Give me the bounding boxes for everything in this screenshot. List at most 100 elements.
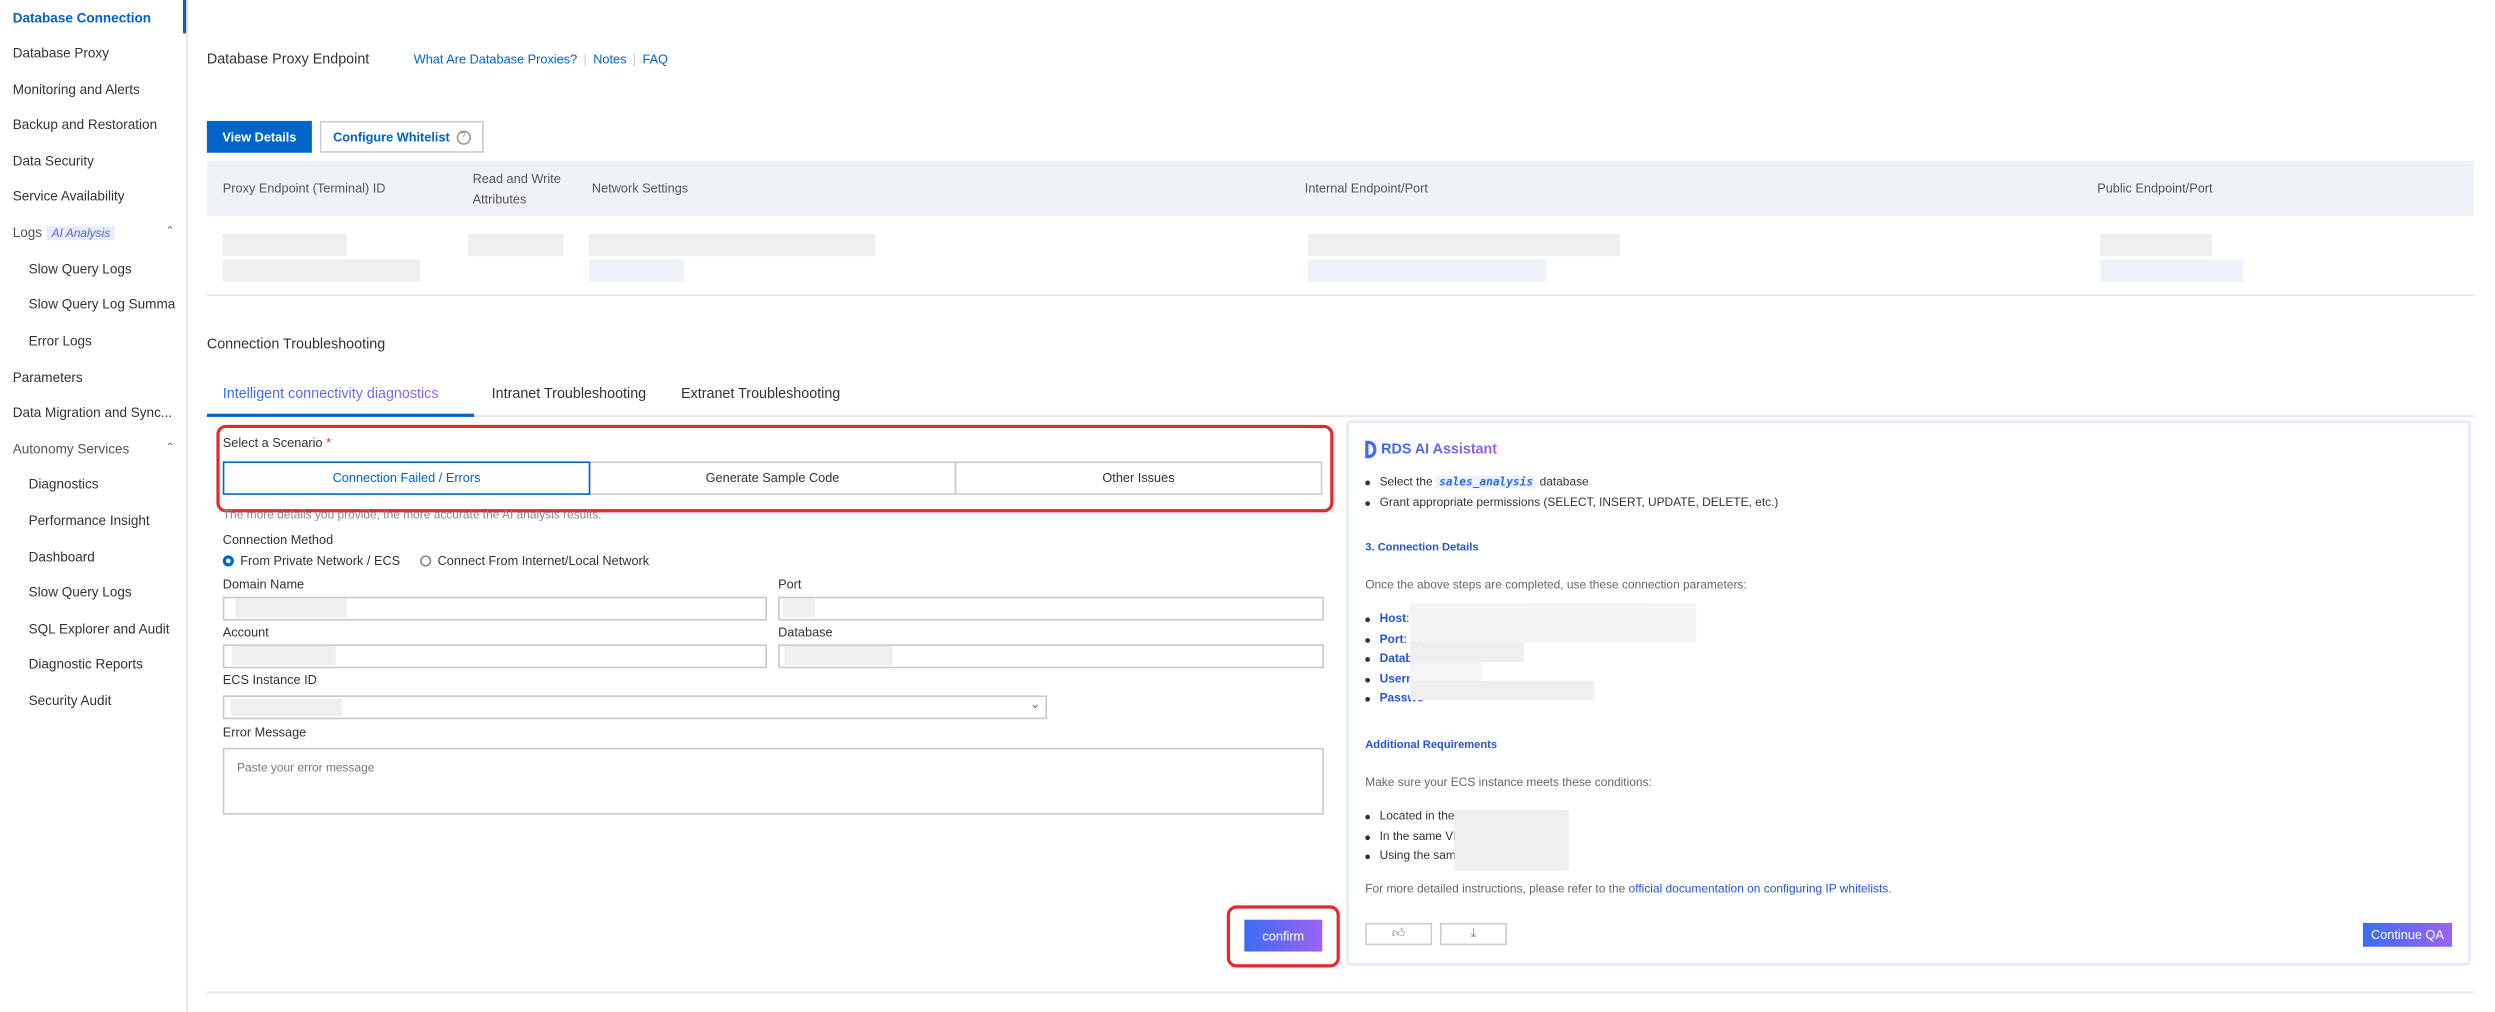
sidebar-item-security-audit[interactable]: Security Audit xyxy=(29,692,112,708)
ai-analysis-badge: AI Analysis xyxy=(46,225,115,241)
link-what-are-proxies[interactable]: What Are Database Proxies? xyxy=(414,53,577,67)
error-label: Error Message xyxy=(222,725,307,740)
redacted-block xyxy=(588,259,685,282)
domain-label: Domain Name xyxy=(222,577,305,592)
connection-method-label: Connection Method xyxy=(222,533,334,548)
tab-intelligent-diagnostics[interactable]: Intelligent connectivity diagnostics xyxy=(223,385,439,401)
help-links: What Are Database Proxies? | Notes | FAQ xyxy=(413,52,668,67)
redacted-block xyxy=(2100,259,2244,282)
sidebar-item-monitoring[interactable]: Monitoring and Alerts xyxy=(13,81,140,97)
column-header: Internal Endpoint/Port xyxy=(1304,181,1428,196)
radio-unchecked-icon xyxy=(420,555,432,568)
configure-whitelist-label: Configure Whitelist xyxy=(333,129,450,145)
download-icon: ⤓ xyxy=(1470,926,1477,941)
redacted-block xyxy=(1409,642,1525,662)
page-title: Database Proxy Endpoint xyxy=(206,50,370,67)
sidebar-item-database-connection[interactable]: Database Connection xyxy=(13,10,151,26)
link-notes[interactable]: Notes xyxy=(593,53,626,67)
redacted-block xyxy=(222,233,347,257)
list-item: Grant appropriate permissions (SELECT, I… xyxy=(1365,495,1778,509)
database-label: Database xyxy=(778,625,833,640)
radio-checked-icon xyxy=(222,555,234,568)
thumbs-up-icon: 👍︎ xyxy=(1392,926,1406,941)
account-input[interactable] xyxy=(222,644,767,669)
sidebar-item-slow-query-summary[interactable]: Slow Query Log Summa xyxy=(29,296,176,312)
sidebar-item-error-logs[interactable]: Error Logs xyxy=(29,333,92,349)
db-name-code: sales_analysis xyxy=(1435,475,1537,489)
domain-input[interactable] xyxy=(222,596,767,621)
sidebar-item-database-proxy[interactable]: Database Proxy xyxy=(13,45,109,61)
paragraph: Make sure your ECS instance meets these … xyxy=(1365,774,1652,790)
radio-internet[interactable]: Connect From Internet/Local Network xyxy=(420,554,649,568)
account-label: Account xyxy=(222,625,269,640)
port-label: Port xyxy=(778,577,802,592)
redacted-block xyxy=(588,233,876,257)
section-heading: Additional Requirements xyxy=(1365,739,1498,752)
help-text: The more details you provide, the more a… xyxy=(222,507,602,522)
configure-whitelist-button[interactable]: Configure Whitelist? xyxy=(319,120,484,153)
thumbs-up-button[interactable]: 👍︎ xyxy=(1365,922,1433,946)
redacted-block xyxy=(1409,681,1595,701)
docs-link[interactable]: official documentation on configuring IP… xyxy=(1629,882,1889,896)
download-button[interactable]: ⤓ xyxy=(1440,922,1507,946)
sidebar-item-performance-insight[interactable]: Performance Insight xyxy=(29,512,150,528)
sidebar-item-parameters[interactable]: Parameters xyxy=(13,369,83,385)
redacted-block xyxy=(2100,233,2212,257)
view-details-button[interactable]: View Details xyxy=(206,120,312,153)
redacted-block xyxy=(1409,603,1697,643)
help-circle-icon: ? xyxy=(456,129,471,145)
sidebar-item-diagnostic-reports[interactable]: Diagnostic Reports xyxy=(29,656,143,672)
divider xyxy=(206,991,2475,993)
logs-label: Logs xyxy=(12,224,43,241)
tab-bar-line xyxy=(206,415,2475,417)
sidebar-item-sql-explorer[interactable]: SQL Explorer and Audit xyxy=(29,621,170,637)
sidebar-item-slow-query-logs-2[interactable]: Slow Query Logs xyxy=(29,584,132,600)
sidebar-item-diagnostics[interactable]: Diagnostics xyxy=(29,476,99,492)
column-header: Proxy Endpoint (Terminal) ID xyxy=(222,181,386,196)
error-message-textarea[interactable]: Paste your error message xyxy=(222,747,1324,815)
sidebar-item-slow-query-logs[interactable]: Slow Query Logs xyxy=(29,261,132,277)
chevron-down-icon: ⌄ xyxy=(1029,696,1041,712)
assistant-header: RDS AI Assistant xyxy=(1365,441,1497,459)
active-indicator xyxy=(182,0,187,34)
redacted-block xyxy=(1307,259,1547,282)
sidebar-item-backup[interactable]: Backup and Restoration xyxy=(13,116,157,132)
scenario-connection-failed[interactable]: Connection Failed / Errors xyxy=(222,461,591,495)
sidebar: Database Connection Database Proxy Monit… xyxy=(0,0,188,1012)
continue-qa-button[interactable]: Continue QA xyxy=(2362,922,2453,947)
port-input[interactable] xyxy=(778,596,1324,621)
ai-assistant-panel: RDS AI Assistant Select the sales_analys… xyxy=(1346,420,2472,966)
tab-intranet[interactable]: Intranet Troubleshooting xyxy=(492,385,646,401)
sidebar-group-logs[interactable]: Logs AI Analysis xyxy=(12,224,115,241)
column-header: Read and Write Attributes xyxy=(472,171,561,207)
chevron-up-icon[interactable]: ⌃ xyxy=(165,441,174,453)
sidebar-item-data-security[interactable]: Data Security xyxy=(13,153,94,169)
sidebar-item-dashboard[interactable]: Dashboard xyxy=(29,549,95,565)
section-title: Connection Troubleshooting xyxy=(206,335,386,352)
database-input[interactable] xyxy=(778,644,1324,669)
error-placeholder: Paste your error message xyxy=(237,760,375,775)
redacted-block xyxy=(222,259,421,282)
radio-private-network[interactable]: From Private Network / ECS xyxy=(222,554,400,568)
redacted-block xyxy=(1454,809,1569,871)
sidebar-item-data-migration[interactable]: Data Migration and Sync... xyxy=(13,404,172,420)
paragraph: Once the above steps are completed, use … xyxy=(1365,577,1747,592)
column-header: Public Endpoint/Port xyxy=(2097,181,2213,196)
rds-logo-icon xyxy=(1365,440,1377,459)
ecs-label: ECS Instance ID xyxy=(222,673,317,688)
paragraph: For more detailed instructions, please r… xyxy=(1365,881,1892,896)
chevron-up-icon[interactable]: ⌃ xyxy=(165,224,174,237)
sidebar-item-service-availability[interactable]: Service Availability xyxy=(13,188,125,204)
redacted-block xyxy=(467,233,564,257)
redacted-block xyxy=(1307,233,1620,257)
highlight-box xyxy=(1226,905,1340,968)
divider xyxy=(206,294,2475,296)
link-faq[interactable]: FAQ xyxy=(642,53,667,67)
sidebar-group-autonomy[interactable]: Autonomy Services xyxy=(13,441,130,457)
ecs-instance-select[interactable]: ⌄ xyxy=(222,695,1048,720)
column-header: Network Settings xyxy=(591,181,689,196)
section-heading: 3. Connection Details xyxy=(1365,542,1479,554)
list-item: Select the sales_analysis database xyxy=(1365,474,1589,489)
tab-extranet[interactable]: Extranet Troubleshooting xyxy=(681,385,840,401)
redacted-block xyxy=(1409,661,1482,682)
